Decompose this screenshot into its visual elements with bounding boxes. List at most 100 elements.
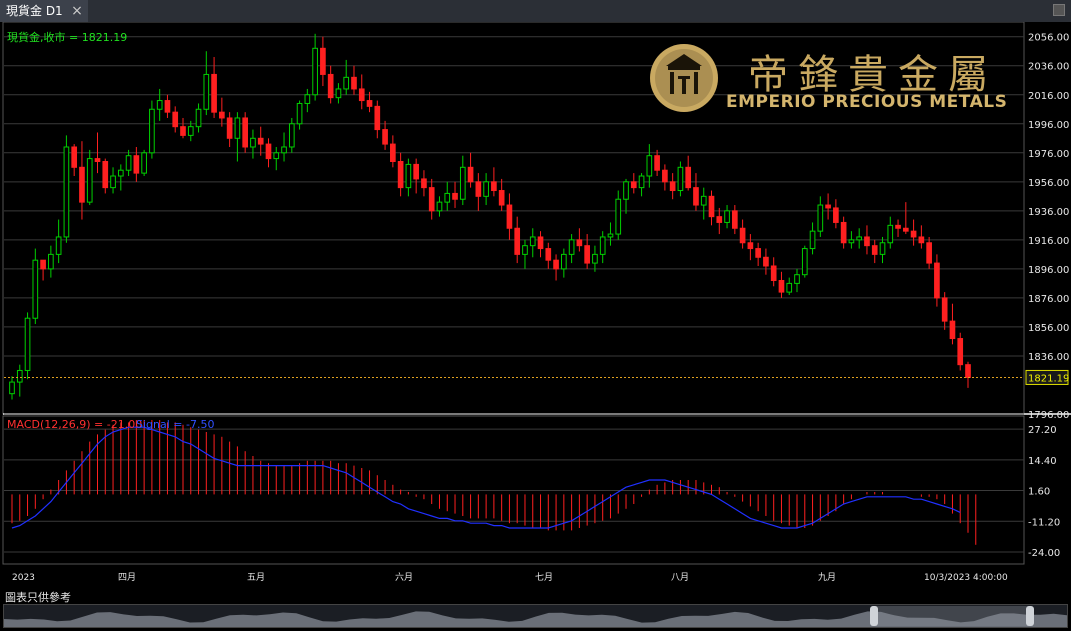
candle-body	[607, 233, 614, 238]
candle-body	[304, 94, 311, 104]
candle-body	[576, 239, 583, 247]
chart-navigator[interactable]	[3, 604, 1068, 628]
candle-body	[149, 108, 155, 154]
candle-body	[16, 369, 23, 383]
candle-body	[592, 253, 598, 264]
candle-body	[965, 364, 971, 378]
candle-body	[926, 242, 932, 264]
candle-body	[421, 178, 427, 189]
candle-body	[685, 166, 692, 189]
candle-body	[755, 248, 761, 258]
candle-body	[351, 76, 357, 90]
navigator-left-handle[interactable]	[870, 606, 878, 626]
candle-body	[693, 187, 699, 206]
candle-body	[871, 245, 878, 255]
price-tick-label: 1976.00	[1028, 149, 1069, 160]
tab-title: 現貨金 D1	[6, 4, 63, 18]
candle-body	[195, 108, 202, 128]
candle-body	[133, 155, 140, 174]
candle-body	[902, 227, 909, 232]
candle-body	[48, 253, 54, 270]
candle-body	[327, 73, 334, 99]
candle-body	[809, 230, 816, 250]
candle-body	[646, 155, 653, 177]
emblem-icon	[650, 44, 718, 112]
candle-body	[630, 181, 637, 189]
candle-body	[413, 163, 419, 180]
candle-body	[94, 158, 101, 163]
window-restore-icon[interactable]	[1053, 4, 1065, 16]
signal-legend: Signal = -7.50	[136, 418, 214, 431]
candle-body	[825, 204, 831, 209]
candle-body	[156, 100, 163, 110]
candle-body	[390, 143, 396, 163]
close-icon[interactable]: ×	[68, 0, 86, 22]
candle-body	[887, 224, 894, 244]
candle-body	[63, 146, 70, 238]
price-legend: 現貨金,收市 = 1821.19	[7, 30, 127, 44]
candle-body	[801, 248, 808, 276]
macd-panel-frame	[2, 415, 1025, 565]
brand-logo: 帝鋒貴金屬 EMPERIO PRECIOUS METALS	[648, 42, 1020, 114]
candle-body	[467, 166, 474, 183]
candle-body	[856, 236, 863, 241]
price-tick-label: 1896.00	[1028, 265, 1069, 276]
macd-tick-label: -11.20	[1028, 517, 1060, 528]
candle-body	[459, 166, 466, 200]
candle-body	[561, 253, 567, 270]
candle-body	[452, 192, 458, 200]
candle-body	[545, 248, 552, 261]
candle-body	[32, 259, 39, 319]
candle-body	[848, 239, 855, 244]
candle-body	[786, 282, 793, 293]
candle-body	[444, 192, 451, 203]
candle-body	[553, 259, 559, 270]
candle-body	[226, 117, 233, 139]
price-tick-label: 2036.00	[1028, 62, 1069, 73]
navigator-preview[interactable]	[4, 605, 1067, 627]
candle-body	[211, 73, 217, 113]
x-tick-label: 七月	[535, 572, 553, 583]
candle-body	[296, 102, 303, 125]
candle-body	[40, 259, 46, 270]
price-tick-label: 1856.00	[1028, 323, 1069, 334]
candle-body	[86, 158, 93, 203]
price-tick-label: 1916.00	[1028, 236, 1069, 247]
navigator-window	[872, 606, 1030, 626]
x-tick-label: 四月	[118, 572, 136, 583]
candle-body	[731, 210, 738, 229]
tab-chart[interactable]: 現貨金 D1 ×	[0, 0, 88, 22]
candle-body	[638, 175, 645, 189]
candle-body	[498, 190, 505, 206]
candle-body	[623, 181, 629, 200]
candle-body	[203, 73, 210, 110]
macd-tick-label: 27.20	[1028, 425, 1057, 436]
candle-body	[941, 297, 948, 322]
candle-body	[700, 195, 707, 206]
candle-body	[599, 236, 606, 255]
candle-body	[537, 236, 544, 250]
price-tick-label: 1936.00	[1028, 207, 1069, 218]
x-tick-label: 五月	[247, 572, 265, 583]
x-tick-label: 八月	[671, 572, 689, 583]
candle-body	[265, 143, 272, 160]
candle-body	[763, 256, 769, 267]
candle-body	[840, 221, 847, 244]
candle-body	[110, 175, 116, 189]
candle-body	[288, 123, 295, 148]
candle-body	[180, 126, 186, 136]
candle-body	[141, 152, 147, 174]
candle-body	[483, 181, 489, 197]
candle-body	[382, 129, 388, 145]
candle-body	[397, 161, 404, 189]
navigator-right-handle[interactable]	[1026, 606, 1034, 626]
candle-body	[654, 155, 660, 171]
candle-body	[615, 198, 622, 235]
candle-body	[475, 181, 482, 197]
candle-body	[522, 245, 528, 255]
candle-body	[506, 204, 513, 229]
candle-body	[172, 111, 179, 128]
candle-body	[677, 166, 684, 192]
macd-tick-label: 14.40	[1028, 456, 1057, 467]
candle-body	[568, 239, 575, 255]
